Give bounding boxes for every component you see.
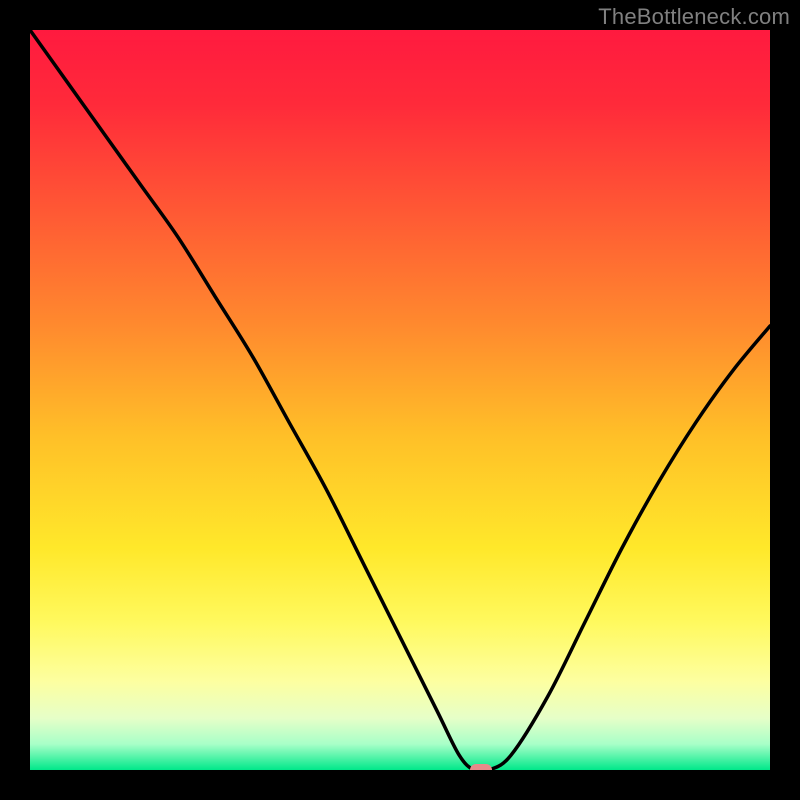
optimal-point-marker <box>470 764 492 770</box>
watermark-text: TheBottleneck.com <box>598 4 790 30</box>
chart-frame: TheBottleneck.com <box>0 0 800 800</box>
plot-area <box>30 30 770 770</box>
bottleneck-curve <box>30 30 770 770</box>
